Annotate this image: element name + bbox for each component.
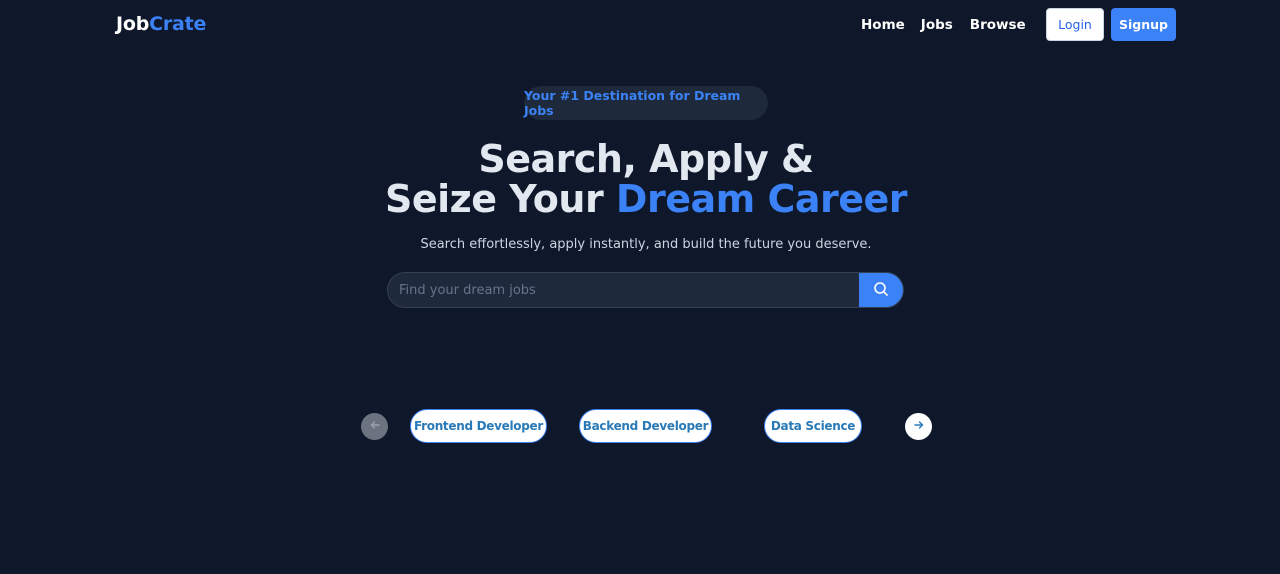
hero-badge: Your #1 Destination for Dream Jobs (524, 86, 768, 120)
search-input[interactable] (388, 273, 860, 307)
hero-subtitle: Search effortlessly, apply instantly, an… (420, 237, 872, 252)
category-chip-frontend[interactable]: Frontend Developer (410, 409, 547, 443)
nav-links: Home Jobs Browse (861, 17, 1026, 33)
search-icon (873, 281, 889, 300)
hero-title-line2: Seize Your (384, 177, 616, 221)
logo-text-job: Job (116, 13, 150, 35)
carousel-prev-button[interactable] (361, 413, 388, 440)
carousel-next-button[interactable] (905, 413, 932, 440)
search-bar (387, 272, 904, 308)
arrow-left-icon (369, 419, 381, 434)
login-button[interactable]: Login (1046, 8, 1104, 41)
logo-text-crate: Crate (149, 13, 207, 35)
hero-title: Search, Apply & Seize Your Dream Career (0, 139, 1280, 219)
hero-title-line1: Search, Apply & (478, 137, 814, 181)
search-button[interactable] (859, 273, 903, 307)
category-chip-backend[interactable]: Backend Developer (579, 409, 712, 443)
category-chip-data-science[interactable]: Data Science (764, 409, 862, 443)
logo[interactable]: JobCrate (116, 13, 206, 35)
nav-link-browse[interactable]: Browse (970, 17, 1026, 33)
signup-button[interactable]: Signup (1111, 8, 1176, 41)
nav-link-home[interactable]: Home (861, 17, 905, 33)
navbar: JobCrate Home Jobs Browse Login Signup (0, 0, 1280, 52)
nav-link-jobs[interactable]: Jobs (921, 17, 953, 33)
arrow-right-icon (913, 419, 925, 434)
hero-title-accent: Dream Career (615, 177, 908, 221)
